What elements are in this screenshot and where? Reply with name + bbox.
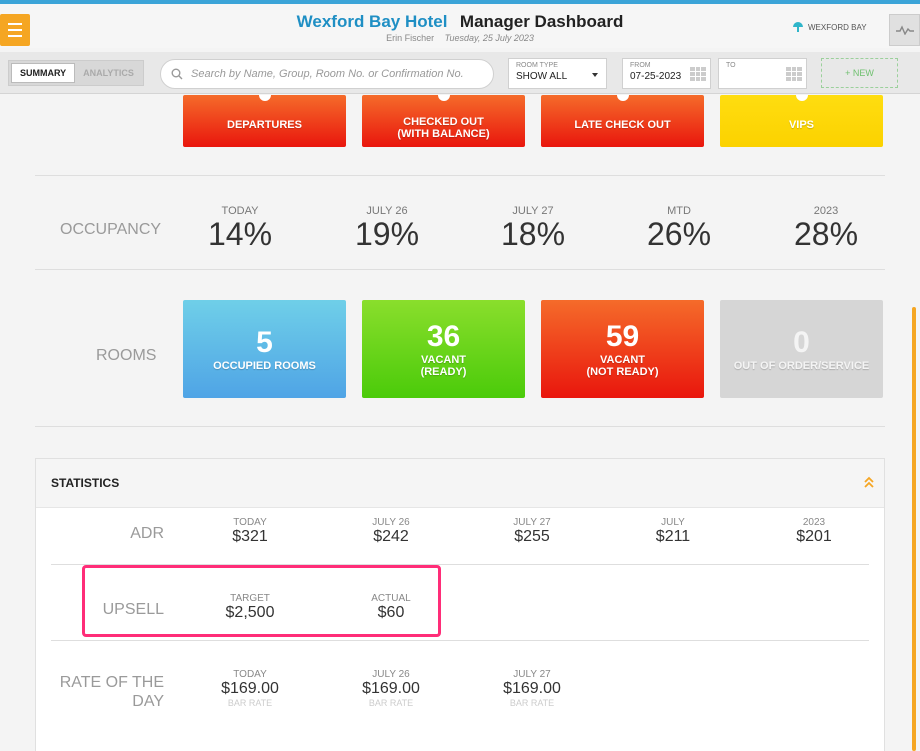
adr-july: JULY $211 (618, 517, 728, 546)
vacant-ready-tile[interactable]: 36 VACANT (READY) (362, 300, 525, 398)
adr-july-27: JULY 27 $255 (477, 517, 587, 546)
stat-label: JULY 27 (513, 517, 551, 528)
occupancy-july-26: JULY 26 19% (327, 205, 447, 251)
app-header: Wexford Bay Hotel Manager Dashboard Erin… (0, 0, 920, 48)
user-name: Erin Fischer (386, 33, 435, 43)
room-type-select[interactable]: ROOM TYPE SHOW ALL (508, 58, 607, 89)
stat-value: 28% (793, 216, 859, 252)
stat-sublabel: BAR RATE (227, 698, 273, 708)
brand-logo: WEXFORD BAY (792, 22, 867, 32)
tile-count: 0 (793, 326, 810, 359)
view-toggle: SUMMARY ANALYTICS (8, 60, 144, 86)
out-of-order-tile[interactable]: 0 OUT OF ORDER/SERVICE (720, 300, 883, 398)
adr-label: ADR (130, 525, 164, 542)
adr-today: TODAY $321 (195, 517, 305, 546)
late-check-out-tile[interactable]: LATE CHECK OUT (541, 95, 704, 147)
occupancy-year: 2023 28% (766, 205, 886, 251)
search-input[interactable] (191, 68, 481, 80)
tile-label: OCCUPIED ROOMS (213, 360, 316, 372)
stat-label: JULY 26 (372, 669, 410, 680)
adr-july-26: JULY 26 $242 (336, 517, 446, 546)
hotel-name: Wexford Bay Hotel (296, 12, 448, 31)
divider (35, 175, 885, 176)
upsell-highlight (82, 565, 441, 637)
divider (35, 269, 885, 270)
divider (35, 426, 885, 427)
stat-sublabel: BAR RATE (368, 698, 414, 708)
search-icon (171, 68, 183, 80)
calendar-icon[interactable] (690, 67, 706, 81)
current-date: Tuesday, 25 July 2023 (444, 33, 534, 43)
departures-tile[interactable]: DEPARTURES (183, 95, 346, 147)
stat-value: $255 (514, 528, 550, 545)
stat-label: TODAY (233, 517, 267, 528)
activity-button[interactable] (889, 14, 920, 46)
room-type-label: ROOM TYPE (516, 62, 558, 69)
collapse-chevron-icon[interactable] (864, 476, 874, 488)
scrollbar[interactable] (912, 307, 916, 751)
stat-value: 14% (207, 216, 273, 252)
tile-count: 36 (426, 320, 461, 353)
activity-pulse-icon (895, 25, 914, 35)
tile-label: OUT OF ORDER/SERVICE (733, 360, 870, 372)
rate-today: TODAY $169.00 BAR RATE (195, 669, 305, 708)
rooms-label: ROOMS (96, 347, 157, 364)
tile-label: DEPARTURES (227, 119, 302, 131)
occupancy-mtd: MTD 26% (619, 205, 739, 251)
occupancy-july-27: JULY 27 18% (473, 205, 593, 251)
rate-label-line1: RATE OF THE (59, 674, 164, 691)
stat-label: JULY 27 (513, 669, 551, 680)
brand-name: WEXFORD BAY (808, 22, 867, 32)
stat-label: TODAY (233, 669, 267, 680)
rate-july-27: JULY 27 $169.00 BAR RATE (477, 669, 587, 708)
calendar-icon[interactable] (786, 67, 802, 81)
tile-label: VACANT (NOT READY) (586, 354, 659, 378)
toolbar: SUMMARY ANALYTICS ROOM TYPE SHOW ALL FRO… (0, 52, 920, 94)
adr-year: 2023 $201 (759, 517, 869, 546)
stat-value: $242 (373, 528, 409, 545)
rate-of-the-day-label: RATE OF THE DAY (56, 673, 164, 711)
rate-july-26: JULY 26 $169.00 BAR RATE (336, 669, 446, 708)
tile-count: 5 (256, 326, 273, 359)
tile-label: VACANT (READY) (420, 354, 467, 378)
divider (51, 640, 869, 641)
stat-value: $211 (655, 528, 691, 545)
tile-label: CHECKED OUT (WITH BALANCE) (397, 116, 490, 140)
dropdown-caret-icon (592, 73, 598, 77)
occupied-rooms-tile[interactable]: 5 OCCUPIED ROOMS (183, 300, 346, 398)
stat-value: $169.00 (362, 680, 420, 697)
vips-tile[interactable]: VIPS (720, 95, 883, 147)
room-type-value: SHOW ALL (516, 71, 568, 82)
stat-label: JULY (661, 517, 685, 528)
occupancy-label: OCCUPANCY (60, 221, 162, 238)
new-button[interactable]: + NEW (821, 58, 898, 88)
checked-out-with-balance-tile[interactable]: CHECKED OUT (WITH BALANCE) (362, 95, 525, 147)
stat-value: 26% (646, 216, 712, 252)
stat-sublabel: BAR RATE (509, 698, 555, 708)
stat-value: $321 (232, 528, 268, 545)
tile-label: VIPS (788, 119, 815, 131)
search-box (160, 59, 494, 89)
vacant-not-ready-tile[interactable]: 59 VACANT (NOT READY) (541, 300, 704, 398)
stat-value: $169.00 (503, 680, 561, 697)
stat-value: $169.00 (221, 680, 279, 697)
stat-value: 18% (500, 216, 566, 252)
occupancy-today: TODAY 14% (180, 205, 300, 251)
tile-label: LATE CHECK OUT (574, 119, 671, 131)
tab-analytics[interactable]: ANALYTICS (75, 63, 142, 83)
palm-logo-icon (792, 22, 804, 32)
page-title: Wexford Bay Hotel Manager Dashboard Erin… (0, 12, 920, 43)
dashboard-title: Manager Dashboard (459, 12, 624, 31)
rate-label-line2: DAY (132, 693, 164, 710)
statistics-title: STATISTICS (51, 476, 120, 490)
statistics-header[interactable]: STATISTICS (36, 459, 884, 508)
from-date-field[interactable]: FROM 07-25-2023 (622, 58, 711, 89)
to-date-field[interactable]: TO (718, 58, 807, 89)
tab-summary[interactable]: SUMMARY (11, 63, 76, 83)
stat-label: 2023 (802, 517, 826, 528)
stat-value: 19% (354, 216, 420, 252)
tile-count: 59 (605, 320, 640, 353)
stat-label: JULY 26 (372, 517, 410, 528)
stat-value: $201 (796, 528, 832, 545)
